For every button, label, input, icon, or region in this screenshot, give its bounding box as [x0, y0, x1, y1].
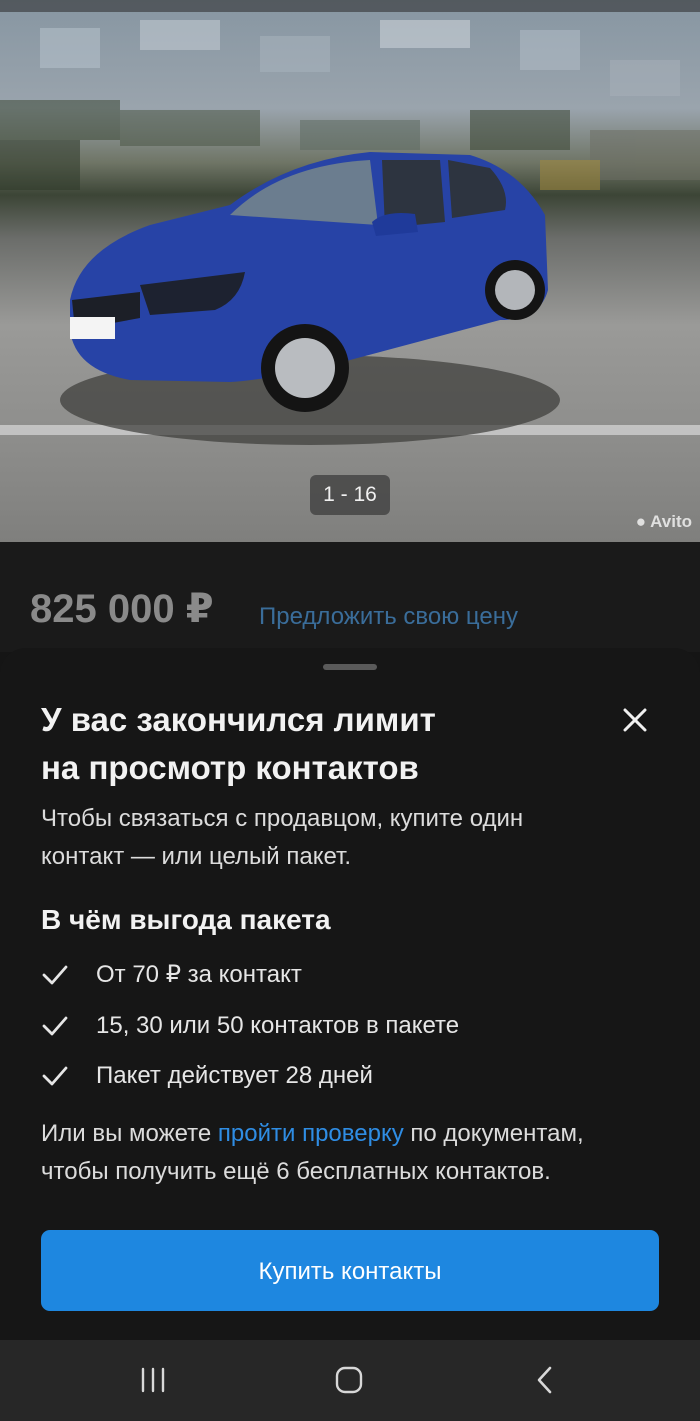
avito-logo-icon: ● [635, 512, 647, 531]
recents-button[interactable] [133, 1360, 173, 1400]
benefit-text: Пакет действует 28 дней [96, 1062, 373, 1089]
check-icon [42, 965, 68, 985]
verification-note: Или вы можете пройти проверку по докумен… [41, 1115, 661, 1191]
note-text-before: Или вы можете [41, 1120, 218, 1147]
close-button[interactable] [615, 700, 655, 740]
benefit-item: От 70 ₽ за контакт [41, 955, 661, 995]
benefit-item: 15, 30 или 50 контактов в пакете [41, 1006, 661, 1046]
recents-icon [141, 1367, 165, 1393]
car-photo-illustration [0, 0, 700, 445]
benefit-text: От 70 ₽ за контакт [96, 961, 302, 988]
sheet-subtitle-line-2: контакт — или целый пакет. [41, 843, 352, 870]
listing-photo[interactable]: 1 - 16 ● Avito [0, 0, 700, 542]
close-icon [623, 708, 647, 732]
home-button[interactable] [329, 1360, 369, 1400]
benefit-text: 15, 30 или 50 контактов в пакете [96, 1012, 460, 1039]
back-button[interactable] [525, 1360, 565, 1400]
contacts-limit-sheet: У вас закончился лимит на просмотр конта… [0, 648, 700, 1340]
offer-price-link[interactable]: Предложить свою цену [259, 603, 518, 631]
benefits-title: В чём выгода пакета [41, 904, 331, 935]
photo-counter: 1 - 16 [310, 475, 390, 515]
sheet-title: У вас закончился лимит на просмотр конта… [41, 696, 601, 792]
sheet-subtitle: Чтобы связаться с продавцом, купите один… [41, 800, 641, 876]
verification-link[interactable]: пройти проверку [218, 1120, 404, 1147]
buy-contacts-button[interactable]: Купить контакты [41, 1230, 659, 1311]
listing-price: 825 000 ₽ [30, 587, 214, 631]
avito-watermark: ● Avito [636, 512, 692, 532]
check-icon [42, 1066, 68, 1086]
note-line-2: чтобы получить ещё 6 бесплатных контакто… [41, 1158, 551, 1185]
note-text-after: по документам, [403, 1120, 584, 1147]
sheet-subtitle-line-1: Чтобы связаться с продавцом, купите один [41, 805, 524, 832]
home-icon [335, 1366, 363, 1394]
sheet-drag-handle[interactable] [323, 664, 377, 670]
check-icon [42, 1016, 68, 1036]
benefit-item: Пакет действует 28 дней [41, 1056, 661, 1096]
note-line-1: Или вы можете пройти проверку по докумен… [41, 1115, 661, 1153]
sheet-title-line-2: на просмотр контактов [41, 749, 419, 786]
system-nav-bar [0, 1340, 700, 1421]
back-icon [537, 1366, 552, 1394]
sheet-title-line-1: У вас закончился лимит [41, 701, 436, 738]
watermark-text: Avito [650, 512, 692, 531]
